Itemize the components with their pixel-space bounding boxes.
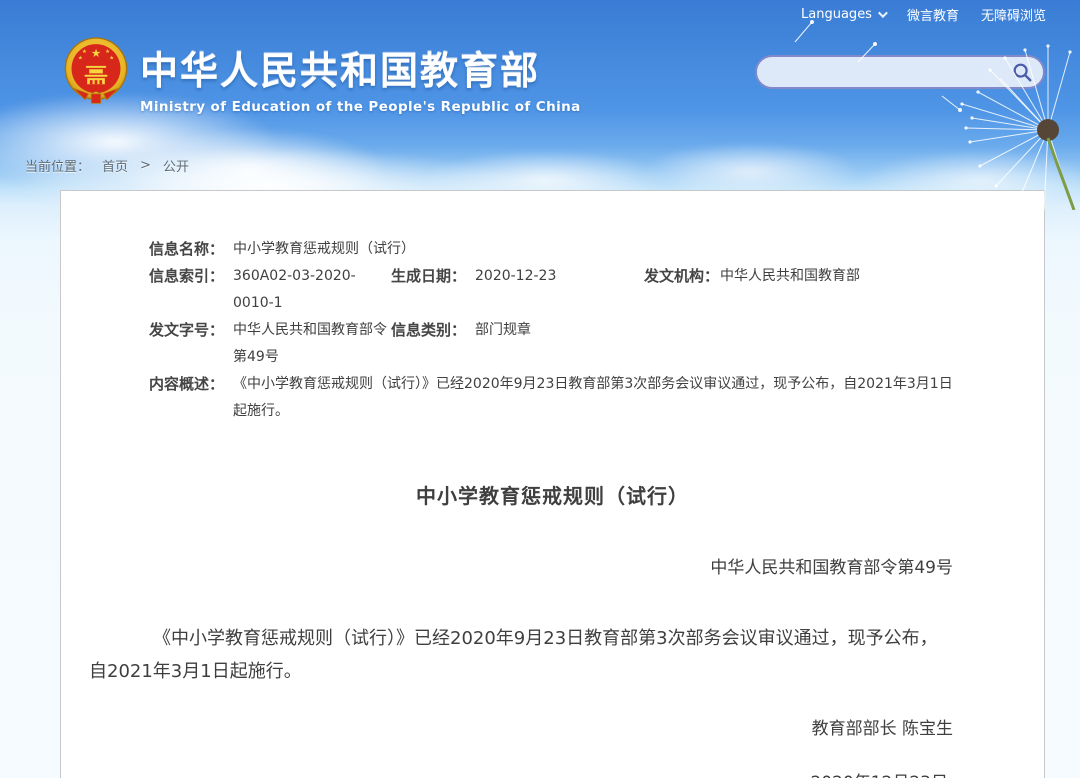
breadcrumb-separator: > [140, 158, 151, 173]
meta-agency-value: 中华人民共和国教育部 [720, 268, 860, 284]
meta-summary-label: 内容概述： [149, 375, 225, 393]
site-title: 中华人民共和国教育部 [140, 49, 541, 93]
meta-date-value: 2020-12-23 [475, 268, 557, 284]
svg-text:★: ★ [109, 56, 114, 62]
meta-docnum-label: 发文字号： [149, 321, 225, 339]
dandelion-graphic [794, 20, 1076, 210]
weiyan-link[interactable]: 微言教育 [907, 5, 959, 24]
chevron-down-icon [877, 8, 888, 19]
document-signature: 教育部部长 陈宝生 [811, 719, 953, 739]
document-title: 中小学教育惩戒规则（试行） [416, 484, 689, 508]
document-order-number: 中华人民共和国教育部令第49号 [710, 558, 953, 578]
site-header: 中华人民共和国教育部 Ministry of Education of the … [140, 40, 581, 115]
languages-label: Languages [801, 7, 872, 22]
breadcrumb-section-link[interactable]: 公开 [163, 156, 189, 175]
breadcrumb-home-link[interactable]: 首页 [102, 156, 128, 175]
accessibility-link[interactable]: 无障碍浏览 [981, 5, 1046, 24]
breadcrumb: 当前位置： 首页 > 公开 [25, 156, 189, 175]
meta-row-docnum: 发文字号： 中华人民共和国教育部令第49号 信息类别： 部门规章 [149, 317, 961, 371]
national-emblem-logo: ★ ★ ★ ★ ★ [64, 37, 128, 104]
svg-text:★: ★ [78, 56, 83, 62]
languages-menu[interactable]: Languages [801, 7, 888, 22]
svg-text:★: ★ [105, 49, 110, 55]
meta-category-label: 信息类别： [391, 321, 467, 339]
breadcrumb-prefix: 当前位置： [25, 160, 91, 175]
document-body-paragraph: 《中小学教育惩戒规则（试行）》已经2020年9月23日教育部第3次部务会议审议通… [89, 628, 938, 682]
search-input[interactable] [773, 57, 1011, 87]
svg-text:★: ★ [91, 46, 101, 60]
search-icon[interactable] [1011, 61, 1033, 83]
meta-summary-value: 《中小学教育惩戒规则（试行）》已经2020年9月23日教育部第3次部务会议审议通… [233, 376, 953, 419]
meta-name-value: 中小学教育惩戒规则（试行） [233, 241, 415, 257]
content-panel: 信息名称： 中小学教育惩戒规则（试行） 信息索引： 360A02-03-2020… [60, 190, 1045, 778]
meta-docnum-value: 中华人民共和国教育部令第49号 [233, 322, 387, 365]
document-metadata: 信息名称： 中小学教育惩戒规则（试行） 信息索引： 360A02-03-2020… [61, 191, 961, 425]
site-subtitle: Ministry of Education of the People's Re… [140, 99, 581, 115]
meta-agency-label: 发文机构： [644, 267, 720, 285]
meta-row-summary: 内容概述： 《中小学教育惩戒规则（试行）》已经2020年9月23日教育部第3次部… [149, 371, 961, 425]
meta-row-name: 信息名称： 中小学教育惩戒规则（试行） [149, 236, 961, 263]
search-bar [755, 55, 1045, 89]
svg-text:★: ★ [82, 49, 87, 55]
meta-category-value: 部门规章 [475, 322, 531, 338]
document-date: 2020年12月23日 [61, 768, 1044, 778]
meta-name-label: 信息名称： [149, 240, 225, 258]
meta-index-label: 信息索引： [149, 267, 225, 285]
topbar: Languages 微言教育 无障碍浏览 [801, 5, 1046, 24]
meta-date-label: 生成日期： [391, 267, 467, 285]
meta-index-value: 360A02-03-2020-0010-1 [233, 268, 356, 311]
meta-row-index: 信息索引： 360A02-03-2020-0010-1 生成日期： 2020-1… [149, 263, 961, 317]
